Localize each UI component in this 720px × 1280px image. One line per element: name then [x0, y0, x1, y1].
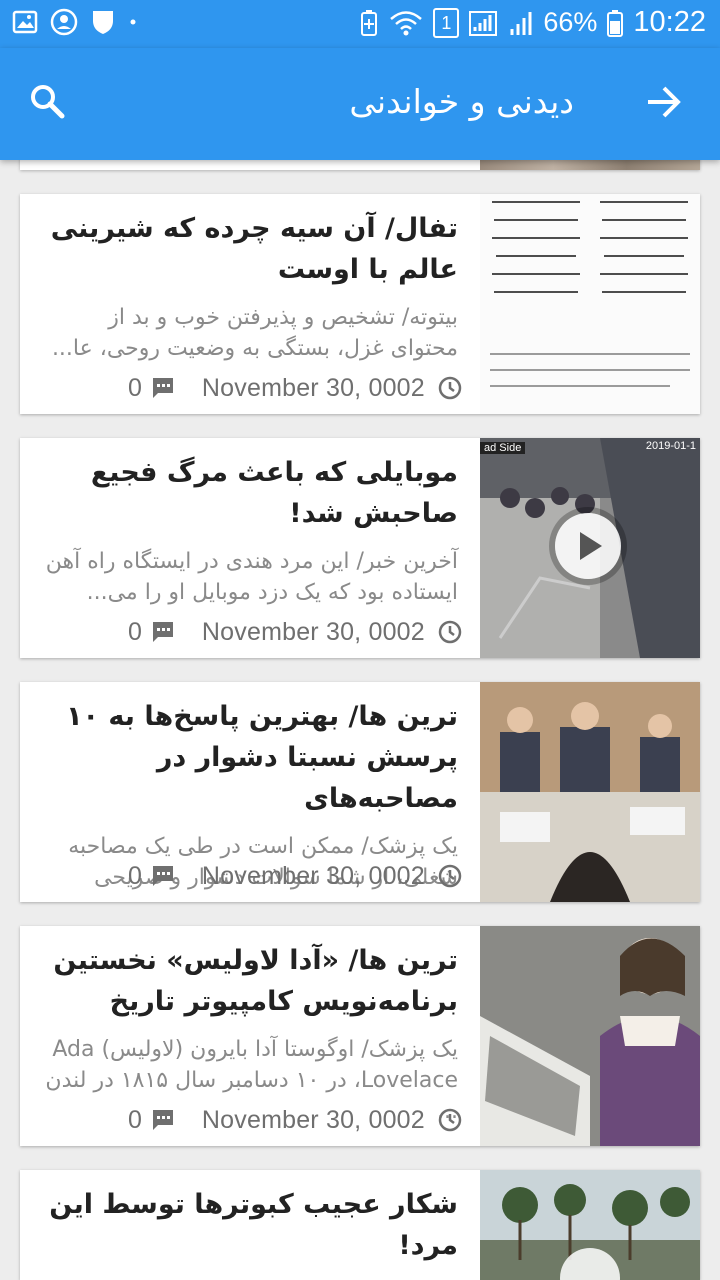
- page-title: دیدنی و خواندنی: [349, 82, 574, 121]
- article-date: November 30, 0002: [201, 1105, 425, 1134]
- search-icon: [31, 85, 65, 119]
- article-thumbnail: ad Side 2019-01-1: [480, 438, 700, 658]
- article-title[interactable]: تفال/ آن سیه چرده که شیرینی عالم با اوست: [34, 208, 458, 290]
- article-title[interactable]: ترین ها/ بهترین پاسخ‌ها به ۱۰ پرسش نسبتا…: [34, 696, 458, 819]
- article-title[interactable]: موبایلی که باعث مرگ فجیع صاحبش شد!: [34, 452, 458, 534]
- article-title[interactable]: شکار عجیب کبوترها توسط این مرد!: [34, 1184, 458, 1266]
- signal-bars-icon: [510, 11, 532, 35]
- article-summary: آخرین خبر/ این مرد هندی در ایستگاه راه آ…: [45, 549, 458, 605]
- interview-photo-image: [480, 682, 700, 902]
- signal-icon: [469, 10, 498, 36]
- article-date: November 30, 0002: [201, 617, 425, 646]
- comment-count: 0: [128, 373, 142, 402]
- clock-icon: [438, 376, 462, 400]
- palm-trees-video-image: [480, 1170, 700, 1280]
- article-card[interactable]: تفال/ آن سیه چرده که شیرینی عالم با اوست…: [20, 194, 700, 414]
- shield-icon: [93, 11, 113, 34]
- play-icon[interactable]: [555, 513, 621, 579]
- comment-icon: [152, 378, 173, 398]
- sim-badge: 1: [433, 7, 460, 38]
- wifi-icon: [390, 10, 423, 35]
- comment-icon: [152, 866, 173, 886]
- clock-icon: [438, 620, 462, 644]
- comment-count: 0: [128, 617, 142, 646]
- article-card[interactable]: ترین ها/ «آدا لاولیس» نخستین برنامه‌نویس…: [20, 926, 700, 1146]
- article-title[interactable]: ترین ها/ «آدا لاولیس» نخستین برنامه‌نویس…: [34, 940, 458, 1022]
- app-bar: دیدنی و خواندنی: [0, 48, 720, 160]
- battery-percent: 66%: [543, 7, 598, 37]
- account-icon: [50, 8, 78, 36]
- clock-icon: [438, 1108, 462, 1132]
- clock-icon: [438, 864, 462, 888]
- article-thumbnail: [480, 194, 700, 414]
- battery-icon: [607, 9, 624, 37]
- ada-lovelace-illustration-image: [480, 926, 700, 1146]
- clock: 10:22: [633, 6, 706, 38]
- article-card[interactable]: شکار عجیب کبوترها توسط این مرد!: [20, 1170, 700, 1280]
- dot-icon: [130, 19, 136, 25]
- comment-count: 0: [128, 1105, 142, 1134]
- status-bar: 1 66% 10:22: [0, 0, 720, 48]
- comment-icon: [152, 622, 173, 642]
- article-date: November 30, 0002: [201, 861, 425, 890]
- article-thumbnail: [480, 1170, 700, 1280]
- article-thumbnail: [480, 682, 700, 902]
- battery-saver-icon: [361, 9, 378, 36]
- article-date: November 30, 0002: [201, 373, 425, 402]
- video-date-label: 2019-01-1: [645, 440, 696, 452]
- article-card[interactable]: ad Side 2019-01-1 موبایلی که باعث مرگ فج…: [20, 438, 700, 658]
- comment-icon: [152, 1110, 173, 1130]
- search-button[interactable]: [28, 82, 68, 126]
- handwritten-text-image: [480, 194, 700, 414]
- article-card[interactable]: ترین ها/ بهترین پاسخ‌ها به ۱۰ پرسش نسبتا…: [20, 682, 700, 902]
- comment-count: 0: [128, 861, 142, 890]
- back-button[interactable]: [644, 82, 684, 126]
- image-notification-icon: [12, 10, 38, 34]
- arrow-forward-icon: [648, 86, 681, 118]
- article-thumbnail: [480, 926, 700, 1146]
- article-summary: بیتوته/ تشخیص و پذیرفتن خوب و بد از محتو…: [51, 305, 458, 361]
- video-source-label: ad Side: [480, 442, 526, 454]
